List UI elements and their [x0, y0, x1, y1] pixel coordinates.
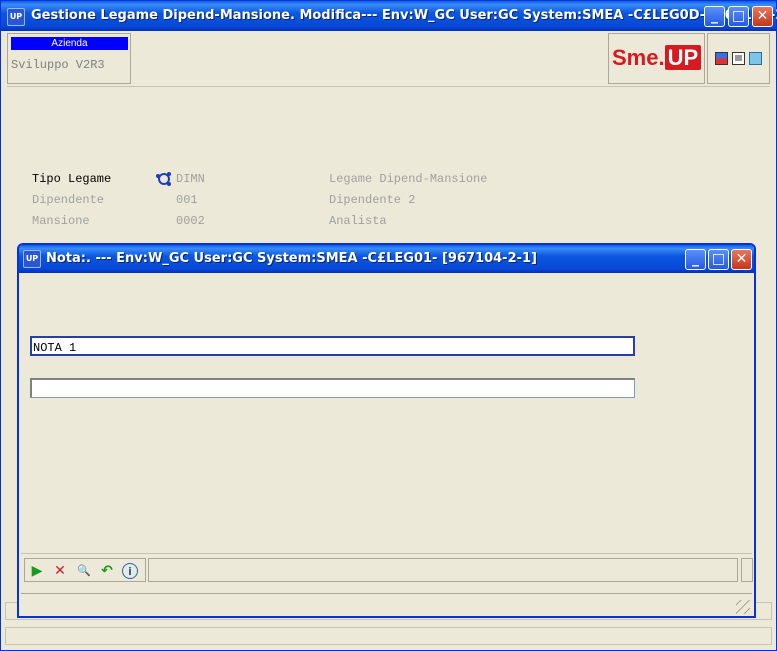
nota-toolbar: ▶ ✕ 🔍 ↶ i — [24, 558, 146, 582]
book-icon[interactable] — [749, 52, 762, 65]
app-icon[interactable]: UP — [7, 8, 25, 26]
minimize-button[interactable]: _ — [704, 6, 725, 27]
mansione-desc: Analista — [329, 214, 387, 228]
main-titlebar[interactable]: UP Gestione Legame Dipend-Mansione. Modi… — [1, 1, 777, 31]
nota-app-icon[interactable]: UP — [23, 250, 41, 268]
link-icon[interactable] — [155, 171, 173, 187]
confirm-icon[interactable]: ▶ — [28, 562, 46, 580]
nota-title: Nota:. --- Env:W_GC User:GC System:SMEA … — [46, 251, 537, 266]
nota-close-button[interactable]: ✕ — [731, 249, 752, 270]
mansione-code: 0002 — [176, 214, 205, 228]
azienda-value: Sviluppo V2R3 — [11, 58, 105, 72]
azienda-label: Azienda — [11, 37, 128, 50]
tipo-legame-code: DIMN — [176, 172, 205, 186]
nota-field-1[interactable] — [30, 336, 635, 356]
nota-toolbar-area: ▶ ✕ 🔍 ↶ i — [21, 553, 753, 592]
logo-panel: Sme. UP — [608, 33, 705, 84]
dipendente-label: Dipendente — [32, 193, 105, 207]
mansione-label: Mansione — [32, 214, 90, 228]
smeup-logo: Sme. UP — [612, 42, 702, 74]
back-icon[interactable]: ↶ — [98, 562, 116, 580]
close-button[interactable]: ✕ — [752, 6, 773, 27]
main-status-bar-2 — [5, 627, 772, 645]
tipo-legame-label: Tipo Legame — [32, 172, 112, 186]
info-icon[interactable]: i — [122, 563, 138, 579]
nota-input-2[interactable] — [32, 381, 634, 399]
nota-status-bar — [21, 593, 752, 614]
nota-status-area — [148, 558, 738, 582]
nota-status-end — [741, 558, 753, 582]
search-icon[interactable]: 🔍 — [75, 562, 93, 580]
dipendente-code: 001 — [176, 193, 198, 207]
maximize-button[interactable]: □ — [728, 6, 749, 27]
resize-grip-icon[interactable] — [736, 600, 750, 614]
nota-maximize-button[interactable]: □ — [708, 249, 729, 270]
nota-dialog: UP Nota:. --- Env:W_GC User:GC System:SM… — [17, 243, 756, 618]
nota-input-1[interactable] — [32, 340, 633, 356]
tipo-legame-desc: Legame Dipend-Mansione — [329, 172, 488, 186]
nota-field-2[interactable] — [30, 378, 635, 399]
monitor-icon[interactable] — [715, 52, 728, 65]
dipendente-desc: Dipendente 2 — [329, 193, 416, 207]
nota-minimize-button[interactable]: _ — [685, 249, 706, 270]
header-divider — [7, 86, 770, 87]
azienda-panel[interactable]: Azienda Sviluppo V2R3 — [7, 33, 131, 84]
window-title: Gestione Legame Dipend-Mansione. Modific… — [31, 8, 777, 23]
cancel-icon[interactable]: ✕ — [51, 562, 69, 580]
nota-titlebar[interactable]: UP Nota:. --- Env:W_GC User:GC System:SM… — [19, 245, 754, 273]
notes-icon[interactable] — [732, 52, 745, 65]
tools-panel — [707, 33, 770, 84]
